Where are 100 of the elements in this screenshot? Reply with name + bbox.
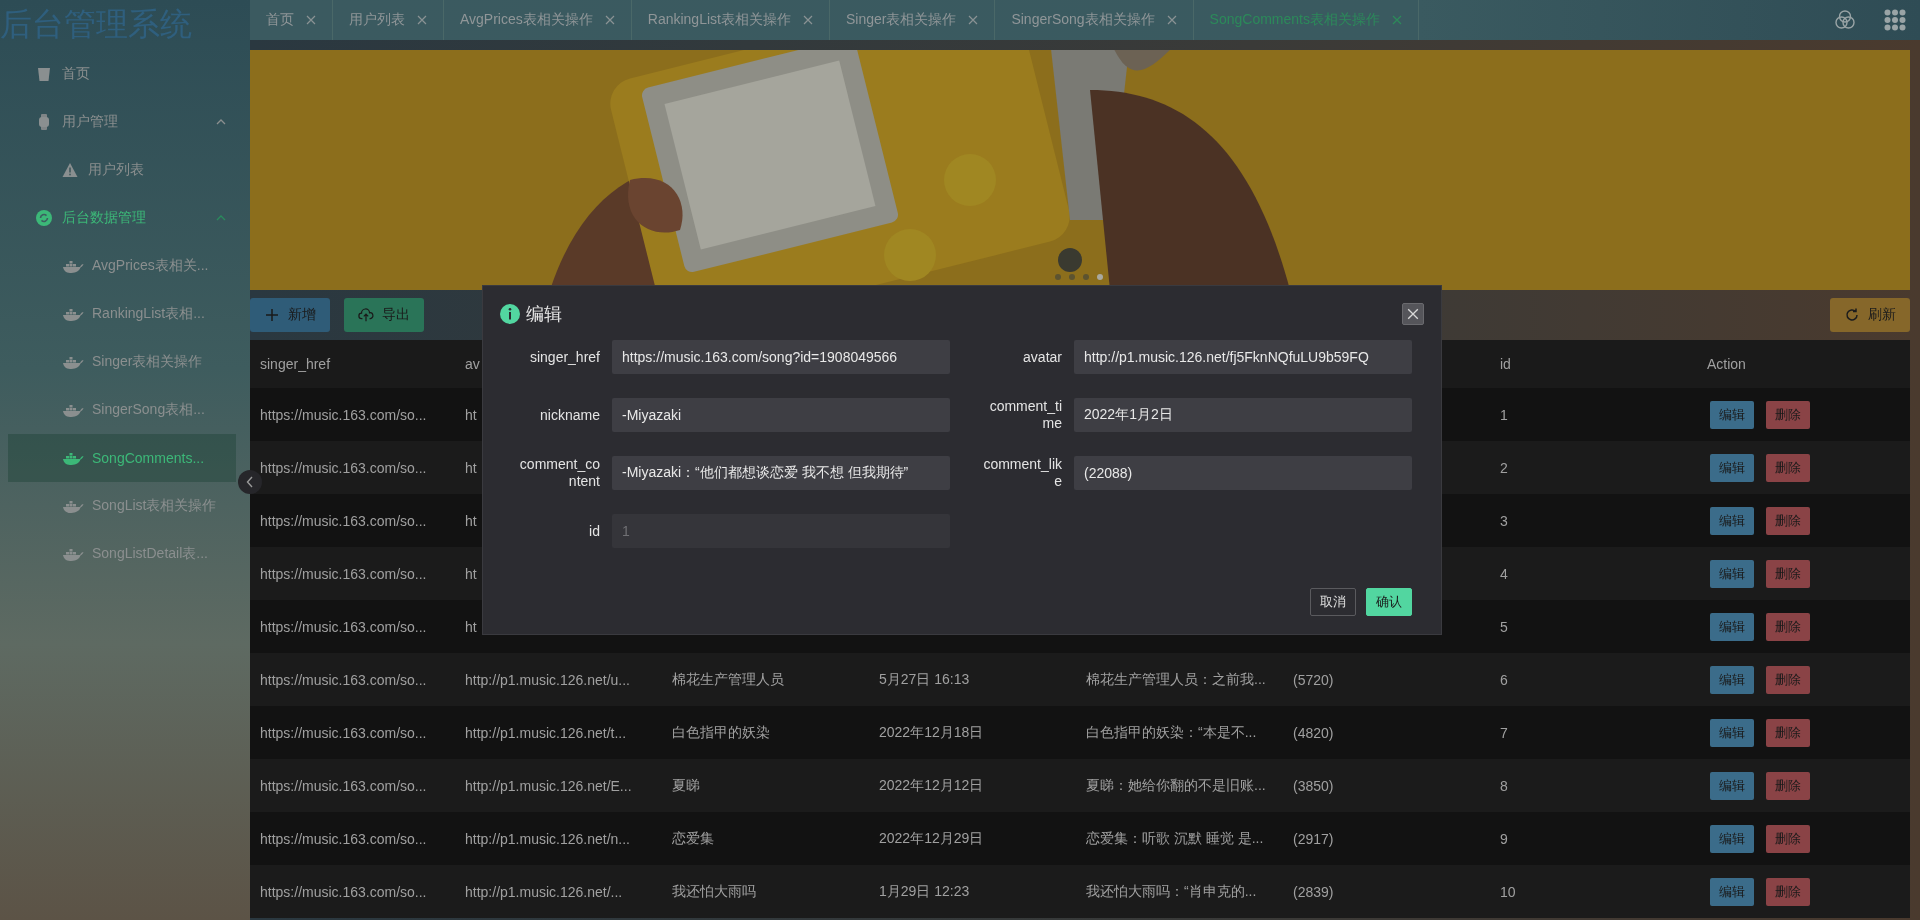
whale-icon <box>62 546 84 562</box>
delete-button[interactable]: 删除 <box>1766 506 1810 535</box>
delete-button[interactable]: 删除 <box>1766 771 1810 800</box>
cancel-button[interactable]: 取消 <box>1310 588 1356 616</box>
whale-icon <box>62 450 84 466</box>
tab[interactable]: SingerSong表相关操作 <box>995 0 1194 40</box>
sidebar-item[interactable]: AvgPrices表相关... <box>0 242 250 290</box>
table-cell: 6 <box>1500 671 1508 688</box>
table-cell: 恋爱集 <box>672 829 714 848</box>
field-label: avatar <box>1022 348 1062 366</box>
delete-button[interactable]: 删除 <box>1766 718 1810 747</box>
table-cell: (2917) <box>1293 830 1334 847</box>
tab-label[interactable]: RankingList表相关操作 <box>647 11 791 29</box>
edit-button[interactable]: 编辑 <box>1710 665 1754 694</box>
add-button[interactable]: 新增 <box>250 298 330 332</box>
close-button[interactable] <box>1402 303 1424 325</box>
delete-button[interactable]: 删除 <box>1766 453 1810 482</box>
edit-button[interactable]: 编辑 <box>1710 877 1754 906</box>
close-icon[interactable] <box>306 15 316 25</box>
delete-button[interactable]: 删除 <box>1766 665 1810 694</box>
whale-icon <box>62 258 84 274</box>
confirm-button[interactable]: 确认 <box>1366 588 1412 616</box>
refresh-button[interactable]: 刷新 <box>1830 298 1910 332</box>
collapse-button[interactable] <box>238 470 262 494</box>
sidebar-item[interactable]: SongComments... <box>8 434 236 482</box>
sidebar-item[interactable]: 用户列表 <box>0 146 250 194</box>
plus-icon <box>264 307 280 323</box>
input-field[interactable]: (22088) <box>1074 456 1412 490</box>
field-label: singer_href <box>528 348 600 366</box>
table-cell: (5720) <box>1293 671 1334 688</box>
sidebar-item[interactable]: SingerSong表相... <box>0 386 250 434</box>
close-icon[interactable] <box>417 15 427 25</box>
input-field[interactable]: -Miyazaki <box>612 398 950 432</box>
table-cell: 9 <box>1500 830 1508 847</box>
tab-label[interactable]: AvgPrices表相关操作 <box>460 11 593 29</box>
tab[interactable]: 用户列表 <box>333 0 444 40</box>
export-button[interactable]: 导出 <box>344 298 424 332</box>
table-cell: 棉花生产管理人员 <box>672 670 784 689</box>
delete-button[interactable]: 删除 <box>1766 559 1810 588</box>
tab[interactable]: RankingList表相关操作 <box>631 0 830 40</box>
field-label: comment_content <box>518 456 600 490</box>
input-field[interactable]: https://music.163.com/song?id=1908049566 <box>612 340 950 374</box>
edit-button[interactable]: 编辑 <box>1710 506 1754 535</box>
edit-button[interactable]: 编辑 <box>1710 771 1754 800</box>
close-icon[interactable] <box>968 15 979 25</box>
carousel-dot[interactable] <box>1055 274 1061 280</box>
close-icon[interactable] <box>1166 15 1177 25</box>
tab-label[interactable]: SingerSong表相关操作 <box>1011 11 1155 29</box>
delete-button[interactable]: 删除 <box>1766 612 1810 641</box>
input-field[interactable]: http://p1.music.126.net/fj5FknNQfuLU9b59FQ <box>1074 340 1412 374</box>
table-cell: ht <box>465 459 477 476</box>
table-cell: 1月29日 12:23 <box>879 882 970 901</box>
sidebar-item[interactable]: 首页 <box>0 50 250 98</box>
close-icon[interactable] <box>1391 15 1402 25</box>
table-cell: ht <box>465 512 477 529</box>
delete-button[interactable]: 删除 <box>1766 824 1810 853</box>
input-field[interactable]: 2022年1月2日 <box>1074 398 1412 432</box>
info-icon <box>500 304 520 324</box>
column-header: singer_href <box>260 356 331 372</box>
sidebar-item[interactable]: 用户管理 <box>0 98 250 146</box>
edit-button[interactable]: 编辑 <box>1710 612 1754 641</box>
edit-button[interactable]: 编辑 <box>1710 453 1754 482</box>
close-icon <box>1407 308 1419 320</box>
whale-icon <box>62 354 84 370</box>
close-icon[interactable] <box>802 15 813 25</box>
table-cell: 2 <box>1500 459 1508 476</box>
input-field[interactable]: -Miyazaki：“他们都想谈恋爱 我不想 但我期待” <box>612 456 950 490</box>
sidebar-item[interactable]: 后台数据管理 <box>0 194 250 242</box>
tab[interactable]: 首页 <box>250 0 333 40</box>
edit-button[interactable]: 编辑 <box>1710 718 1754 747</box>
sidebar-item[interactable]: SongList表相关操作 <box>0 482 250 530</box>
tab[interactable]: AvgPrices表相关操作 <box>444 0 632 40</box>
table-cell: 我还怕大雨吗 <box>672 882 756 901</box>
grid-icon[interactable] <box>1884 9 1906 31</box>
delete-button[interactable]: 删除 <box>1766 400 1810 429</box>
close-icon[interactable] <box>604 15 615 25</box>
carousel-dot[interactable] <box>1097 274 1103 280</box>
table-cell: 恋爱集：听歌 沉默 睡觉 是... <box>1086 829 1264 848</box>
caret-icon <box>216 119 226 125</box>
carousel-dot[interactable] <box>1069 274 1075 280</box>
edit-button[interactable]: 编辑 <box>1710 559 1754 588</box>
table-cell: https://music.163.com/so... <box>260 565 427 582</box>
chevron-left-icon <box>246 476 254 488</box>
tab-label[interactable]: 首页 <box>266 11 294 29</box>
table-cell: https://music.163.com/so... <box>260 459 427 476</box>
tab-label[interactable]: 用户列表 <box>349 11 405 29</box>
edit-button[interactable]: 编辑 <box>1710 400 1754 429</box>
table-cell: 2022年12月29日 <box>879 829 984 848</box>
delete-button[interactable]: 删除 <box>1766 877 1810 906</box>
table-cell: 5 <box>1500 618 1508 635</box>
circles-icon[interactable] <box>1834 9 1856 31</box>
table-cell: http://p1.music.126.net/E... <box>465 777 632 794</box>
watch-icon <box>36 114 52 130</box>
tab[interactable]: Singer表相关操作 <box>829 0 996 40</box>
edit-button[interactable]: 编辑 <box>1710 824 1754 853</box>
tab-label[interactable]: Singer表相关操作 <box>845 11 957 29</box>
sidebar-item[interactable]: Singer表相关操作 <box>0 338 250 386</box>
table-cell: https://music.163.com/so... <box>260 724 427 741</box>
sidebar-item[interactable]: RankingList表相... <box>0 290 250 338</box>
carousel-dot[interactable] <box>1083 274 1089 280</box>
